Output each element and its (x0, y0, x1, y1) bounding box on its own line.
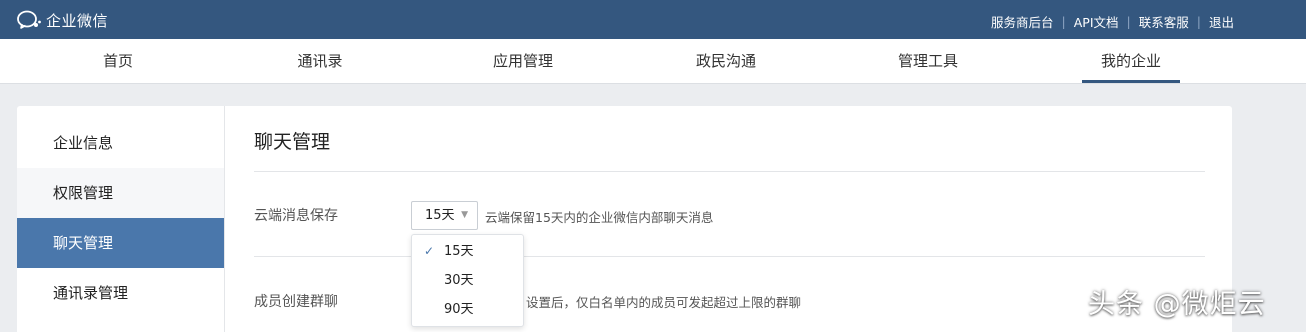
dropdown-option-label: 30天 (444, 273, 474, 288)
link-contact-support[interactable]: 联系客服 (1139, 12, 1189, 31)
sidebar-item-permissions[interactable]: 权限管理 (17, 168, 224, 218)
dropdown-option-15[interactable]: ✓ 15天 (412, 237, 523, 266)
watermark: 头条 @微炬云 (1088, 289, 1266, 320)
tab-my-enterprise[interactable]: 我的企业 (1081, 39, 1181, 84)
member-group-description: 设置后，仅白名单内的成员可发起超过上限的群聊 (526, 295, 802, 310)
tab-app-management[interactable]: 应用管理 (473, 39, 573, 84)
separator: | (1126, 14, 1131, 29)
link-api-docs[interactable]: API文档 (1074, 12, 1119, 31)
tab-contacts[interactable]: 通讯录 (270, 39, 370, 84)
retention-select-value: 15天 (425, 208, 455, 223)
main-nav: 首页 通讯录 应用管理 政民沟通 管理工具 我的企业 (0, 39, 1306, 84)
sidebar-item-enterprise-info[interactable]: 企业信息 (17, 118, 224, 168)
tab-management-tools[interactable]: 管理工具 (878, 39, 978, 84)
dropdown-option-label: 90天 (444, 302, 474, 317)
retention-select[interactable]: 15天 ▼ (411, 201, 478, 230)
page-title: 聊天管理 (254, 131, 331, 153)
cloud-storage-description: 云端保留15天内的企业微信内部聊天消息 (485, 210, 714, 225)
cloud-storage-label: 云端消息保存 (254, 208, 338, 224)
member-group-label: 成员创建群聊 (254, 294, 338, 310)
link-logout[interactable]: 退出 (1209, 12, 1234, 31)
divider (254, 256, 1205, 257)
sidebar: 企业信息 权限管理 聊天管理 通讯录管理 (17, 106, 225, 332)
sidebar-item-chat-management[interactable]: 聊天管理 (17, 218, 224, 268)
tab-home[interactable]: 首页 (68, 39, 168, 84)
sidebar-item-contacts-management[interactable]: 通讯录管理 (17, 268, 224, 318)
active-tab-indicator (1082, 80, 1180, 83)
wecom-logo-icon (17, 10, 41, 29)
tab-citizen-communication[interactable]: 政民沟通 (676, 39, 776, 84)
logo-text: 企业微信 (46, 11, 109, 30)
separator: | (1061, 14, 1066, 29)
separator: | (1196, 14, 1201, 29)
link-provider-admin[interactable]: 服务商后台 (991, 12, 1054, 31)
logo[interactable]: 企业微信 (16, 9, 108, 31)
dropdown-option-30[interactable]: 30天 (412, 266, 523, 295)
divider (254, 171, 1205, 172)
dropdown-option-label: 15天 (444, 244, 474, 259)
retention-dropdown: ✓ 15天 30天 90天 (411, 234, 524, 327)
top-header: 企业微信 服务商后台 | API文档 | 联系客服 | 退出 (0, 0, 1306, 39)
checkmark-icon: ✓ (424, 244, 435, 258)
header-links: 服务商后台 | API文档 | 联系客服 | 退出 (991, 12, 1234, 31)
chevron-down-icon: ▼ (461, 210, 468, 220)
dropdown-option-90[interactable]: 90天 (412, 295, 523, 324)
